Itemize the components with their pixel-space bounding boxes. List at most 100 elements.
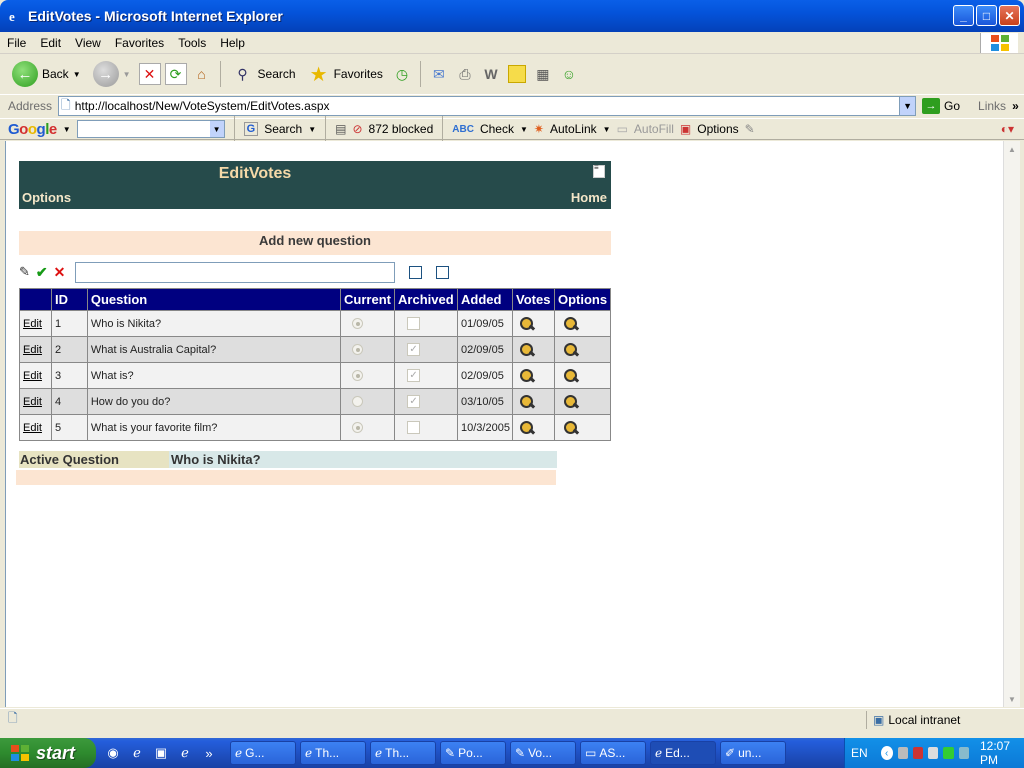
maximize-button[interactable]: □ [976, 5, 997, 26]
checkmark-icon[interactable]: ✔ [36, 264, 48, 281]
task-button-4[interactable]: ✎ Po... [440, 741, 506, 765]
google-options-button[interactable]: Options [697, 122, 738, 136]
edit-link[interactable]: Edit [23, 344, 42, 356]
vertical-scrollbar[interactable]: ▲ ▼ [1003, 141, 1020, 707]
menu-edit[interactable]: Edit [33, 36, 68, 50]
magnifier-icon[interactable] [519, 368, 535, 384]
search-button[interactable]: ⚲ Search [228, 61, 300, 87]
home-icon[interactable]: ⌂ [191, 63, 213, 85]
magnifier-icon[interactable] [563, 394, 579, 410]
mail-icon[interactable]: ✉ [428, 63, 450, 85]
menu-file[interactable]: File [0, 36, 33, 50]
settings-icon[interactable] [928, 747, 939, 759]
archived-checkbox[interactable]: ✓ [407, 343, 421, 356]
forward-button[interactable]: → ▼ [89, 59, 135, 89]
task-button-7[interactable]: ℯ Ed... [650, 741, 716, 765]
current-radio[interactable] [352, 422, 364, 434]
popup-blocked-count[interactable]: 872 blocked [369, 122, 434, 136]
google-search-input[interactable]: ▼ [76, 120, 225, 138]
autolink-button[interactable]: AutoLink [550, 122, 597, 136]
research-icon[interactable]: ▦ [532, 63, 554, 85]
magnifier-icon[interactable] [519, 316, 535, 332]
edit-link[interactable]: Edit [23, 396, 42, 408]
network-icon[interactable] [897, 747, 908, 759]
favorites-button[interactable]: ★ Favorites [304, 61, 387, 87]
task-button-8[interactable]: ✐ un... [720, 741, 786, 765]
menu-favorites[interactable]: Favorites [108, 36, 171, 50]
magnifier-icon[interactable] [563, 316, 579, 332]
chevron-down-icon[interactable]: ▼ [520, 125, 528, 134]
new-current-checkbox[interactable] [409, 265, 423, 279]
task-button-6[interactable]: ▭ AS... [580, 741, 646, 765]
security-icon[interactable] [943, 747, 954, 759]
archived-checkbox[interactable] [407, 317, 421, 330]
new-archived-checkbox[interactable] [436, 265, 450, 279]
task-button-1[interactable]: ℯ G... [230, 741, 296, 765]
google-search-button[interactable]: Search [264, 122, 302, 136]
desktop-icon[interactable]: ℯ [176, 744, 194, 762]
language-indicator[interactable]: EN [851, 746, 868, 760]
menu-help[interactable]: Help [213, 36, 252, 50]
current-radio[interactable] [352, 344, 364, 356]
current-radio[interactable] [352, 318, 364, 330]
chevron-left-icon[interactable]: ‹ [880, 746, 893, 760]
archived-checkbox[interactable] [407, 421, 421, 434]
pencil-icon[interactable]: ✎ [19, 264, 30, 280]
history-icon[interactable]: ◷ [391, 63, 413, 85]
magnifier-icon[interactable] [563, 342, 579, 358]
back-button[interactable]: ← Back ▼ [8, 59, 85, 89]
magnifier-icon[interactable] [563, 420, 579, 436]
home-link[interactable]: Home [571, 190, 607, 205]
menu-tools[interactable]: Tools [171, 36, 213, 50]
word-icon[interactable]: W [480, 63, 502, 85]
magnifier-icon[interactable] [519, 394, 535, 410]
magnifier-icon[interactable] [519, 342, 535, 358]
chevron-right-icon[interactable]: » [1012, 99, 1019, 113]
chevron-down-icon[interactable]: ▼ [603, 125, 611, 134]
chevron-down-icon[interactable]: ▼ [63, 125, 71, 134]
cancel-x-icon[interactable]: ✕ [54, 264, 66, 281]
check-button[interactable]: Check [480, 122, 514, 136]
media-player-icon[interactable]: ◉ [104, 744, 122, 762]
new-question-input[interactable] [75, 261, 396, 283]
go-button[interactable]: → Go [922, 98, 960, 114]
translate-icon[interactable]: ◐▾ [1001, 122, 1014, 136]
chevron-down-icon[interactable]: ▼ [308, 125, 316, 134]
google-logo[interactable]: Google [8, 121, 57, 138]
current-radio[interactable] [352, 370, 364, 382]
links-button[interactable]: Links [978, 99, 1006, 113]
refresh-icon[interactable]: ⟳ [164, 63, 187, 85]
close-button[interactable]: ✕ [999, 5, 1020, 26]
pagerank-icon[interactable]: ▤ [335, 122, 346, 136]
highlighter-icon[interactable]: ✎ [745, 122, 755, 136]
scroll-down-icon[interactable]: ▼ [1004, 691, 1020, 707]
clock[interactable]: 12:07 PM [980, 739, 1024, 767]
options-link[interactable]: Options [22, 190, 71, 205]
outlook-icon[interactable]: ▣ [152, 744, 170, 762]
antivirus-icon[interactable] [912, 747, 924, 759]
stop-icon[interactable]: ✕ [138, 63, 161, 85]
archived-checkbox[interactable]: ✓ [407, 369, 421, 382]
menu-view[interactable]: View [68, 36, 108, 50]
edit-link[interactable]: Edit [23, 370, 42, 382]
magnifier-icon[interactable] [519, 420, 535, 436]
archived-checkbox[interactable]: ✓ [407, 395, 421, 408]
note-icon[interactable] [506, 63, 528, 85]
scroll-up-icon[interactable]: ▲ [1004, 141, 1020, 157]
chevron-down-icon[interactable]: ▼ [899, 97, 916, 115]
address-input[interactable]: 🗋 http://localhost/New/VoteSystem/EditVo… [58, 96, 917, 116]
edit-link[interactable]: Edit [23, 318, 42, 330]
ie-quicklaunch-icon[interactable]: ℯ [128, 744, 146, 762]
minimize-button[interactable]: _ [953, 5, 974, 26]
task-button-2[interactable]: ℯ Th... [300, 741, 366, 765]
task-button-3[interactable]: ℯ Th... [370, 741, 436, 765]
chevron-right-icon[interactable]: » [200, 744, 218, 762]
task-button-5[interactable]: ✎ Vo... [510, 741, 576, 765]
document-icon[interactable]: ≡ [593, 164, 605, 178]
current-radio[interactable] [352, 396, 364, 408]
start-button[interactable]: start [0, 738, 96, 768]
edit-link[interactable]: Edit [23, 422, 42, 434]
chevron-down-icon[interactable]: ▼ [209, 121, 224, 137]
messenger-icon[interactable]: ☺ [558, 63, 580, 85]
autofill-button[interactable]: AutoFill [634, 122, 674, 136]
